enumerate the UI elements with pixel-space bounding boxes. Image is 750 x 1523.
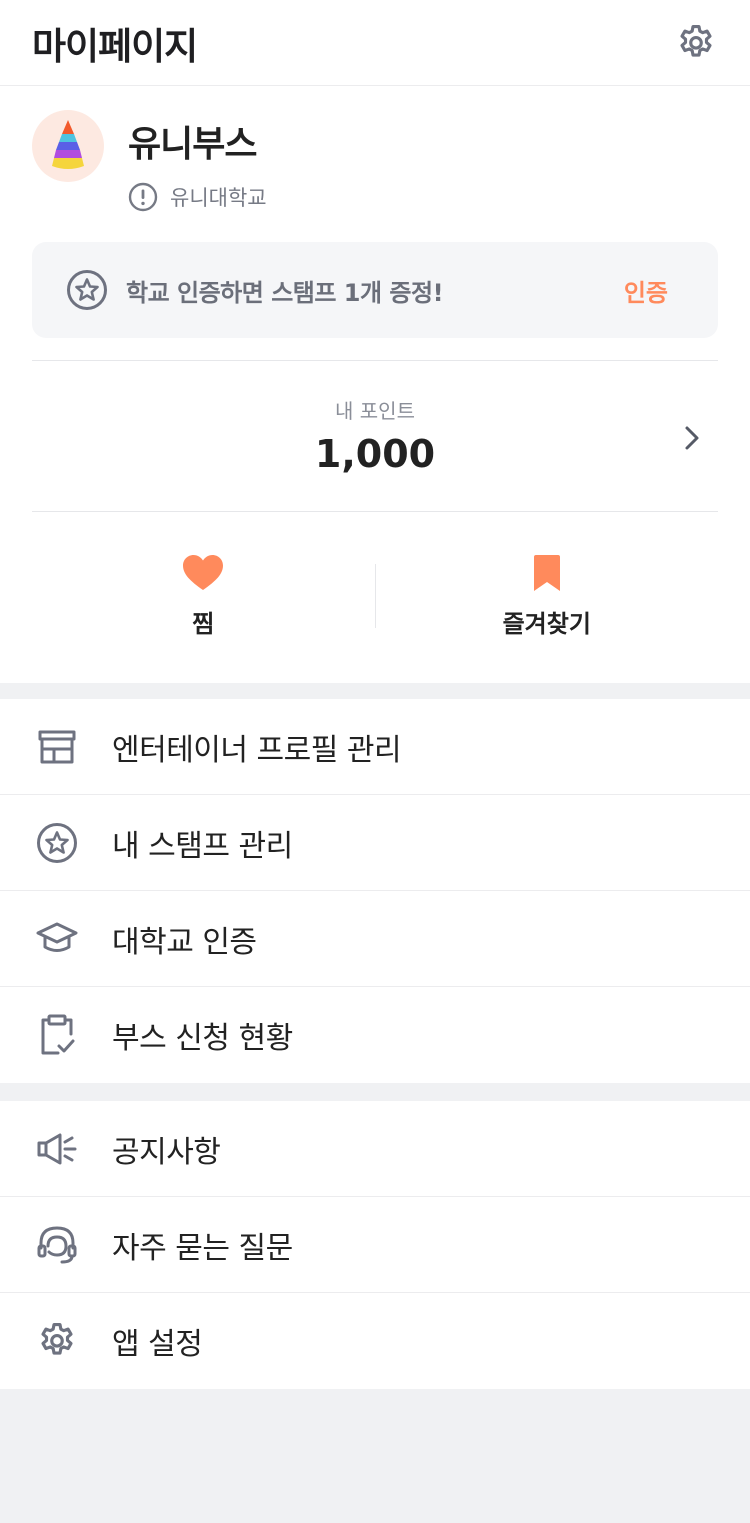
avatar[interactable] — [32, 110, 104, 182]
settings-button[interactable] — [674, 21, 718, 65]
menu-item-university-verify[interactable]: 대학교 인증 — [0, 891, 750, 987]
heart-icon — [183, 554, 224, 590]
menu-item-notices[interactable]: 공지사항 — [0, 1101, 750, 1197]
menu-item-booth-status[interactable]: 부스 신청 현황 — [0, 987, 750, 1083]
menu-primary: 엔터테이너 프로필 관리 내 스탬프 관리 대학교 인증 부스 신청 현황 — [0, 699, 750, 1083]
points-label: 내 포인트 — [335, 399, 415, 423]
menu-item-app-settings[interactable]: 앱 설정 — [0, 1293, 750, 1389]
favorites-label: 즐겨찾기 — [502, 609, 591, 638]
menu-item-label: 앱 설정 — [112, 1327, 203, 1362]
profile-school[interactable]: 유니대학교 — [128, 182, 267, 212]
wishlist-label: 찜 — [192, 609, 215, 638]
profile-info: 유니부스 유니대학교 — [128, 110, 267, 212]
menu-item-label: 부스 신청 현황 — [112, 1021, 293, 1056]
gear-icon — [680, 24, 712, 57]
graduation-cap-icon — [36, 922, 78, 952]
store-icon — [38, 730, 76, 763]
quick-actions: 찜 즐겨찾기 — [32, 512, 718, 680]
menu-item-label: 대학교 인증 — [112, 924, 257, 960]
menu-item-label: 엔터테이너 프로필 관리 — [112, 732, 402, 768]
menu-item-entertainer-profile[interactable]: 엔터테이너 프로필 관리 — [0, 699, 750, 795]
wishlist-button[interactable]: 찜 — [32, 554, 375, 639]
party-hat-icon — [52, 120, 84, 169]
gear-icon — [41, 1322, 73, 1355]
favorites-button[interactable]: 즐겨찾기 — [376, 554, 719, 639]
headset-icon — [37, 1226, 77, 1263]
menu-secondary: 공지사항 자주 묻는 질문 앱 설정 — [0, 1101, 750, 1389]
verify-banner-text: 학교 인증하면 스탬프 1개 증정! — [126, 278, 444, 307]
header: 마이페이지 — [0, 0, 750, 86]
verify-banner[interactable]: 학교 인증하면 스탬프 1개 증정! 인증 — [32, 242, 718, 338]
menu-item-faq[interactable]: 자주 묻는 질문 — [0, 1197, 750, 1293]
clipboard-check-icon — [41, 1014, 75, 1055]
page-title: 마이페이지 — [32, 24, 198, 68]
verify-button[interactable]: 인증 — [624, 273, 668, 308]
menu-item-label: 내 스탬프 관리 — [112, 828, 293, 864]
megaphone-icon — [37, 1133, 77, 1164]
star-badge-icon — [37, 822, 77, 863]
bookmark-icon — [533, 554, 560, 591]
points-row[interactable]: 내 포인트 1,000 — [32, 361, 718, 511]
menu-item-stamps[interactable]: 내 스탬프 관리 — [0, 795, 750, 891]
star-badge-icon — [67, 270, 107, 310]
profile-name: 유니부스 — [128, 124, 257, 165]
menu-item-label: 자주 묻는 질문 — [112, 1230, 293, 1266]
points-value: 1,000 — [314, 432, 436, 476]
chevron-right-icon — [685, 426, 699, 450]
profile: 유니부스 유니대학교 — [32, 86, 718, 242]
menu-item-label: 공지사항 — [112, 1134, 221, 1170]
school-name: 유니대학교 — [170, 186, 267, 210]
my-page: 마이페이지 유니부스 유니대학교 학교 인증하면 스탬프 1개 증정! 인증 내… — [0, 0, 750, 1523]
profile-section: 유니부스 유니대학교 학교 인증하면 스탬프 1개 증정! 인증 내 포인트 1… — [0, 86, 750, 683]
exclamation-circle-icon — [128, 182, 158, 212]
